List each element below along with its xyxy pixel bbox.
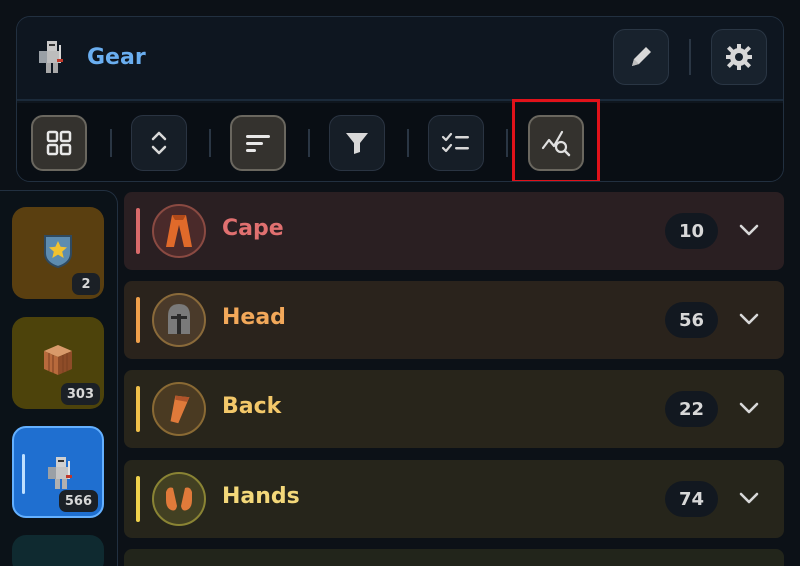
gear-icon [726,44,752,70]
category-count: 10 [664,213,718,249]
gloves-icon [166,487,192,511]
grid-icon [46,130,72,156]
sidebar-item-gear[interactable]: 566 [12,426,104,518]
chevron-down-icon[interactable] [738,311,760,327]
shield-star-icon [44,235,72,269]
toolbar-divider [407,129,409,157]
row-accent [136,476,140,522]
highlight-box [512,99,600,181]
crate-icon [44,345,72,375]
category-label: Cape [222,216,284,241]
category-sidebar: 2 303 566 [0,190,118,566]
row-accent [136,297,140,343]
settings-button[interactable] [711,29,767,85]
item-count: 566 [58,490,98,512]
hands-icon-circle [152,472,206,526]
sidebar-item-crate[interactable]: 303 [12,317,104,409]
checklist-icon [441,132,469,153]
chevron-updown-icon [151,131,167,155]
grid-view-button[interactable] [31,115,87,171]
cape-icon [166,215,192,247]
toolbar-divider [209,129,211,157]
expand-collapse-button[interactable] [131,115,187,171]
category-row-back[interactable]: Back 22 [124,370,784,448]
chevron-down-icon[interactable] [738,222,760,238]
head-icon-circle [152,293,206,347]
category-count: 56 [664,302,718,338]
category-label: Head [222,305,286,330]
title-bar: Gear [17,17,783,101]
category-row-cape[interactable]: Cape 10 [124,192,784,270]
row-accent [136,208,140,254]
toolbar-divider [506,129,508,157]
active-indicator [22,454,25,494]
toolbar [17,99,783,181]
funnel-icon [346,133,368,154]
category-row-next[interactable] [124,549,784,566]
back-icon-circle [152,382,206,436]
category-label: Back [222,394,282,419]
edit-button[interactable] [613,29,669,85]
cape-icon-circle [152,204,206,258]
checklist-button[interactable] [428,115,484,171]
header-divider [689,39,691,75]
category-count: 74 [664,481,718,517]
pencil-icon [632,47,651,66]
category-label: Hands [222,484,300,509]
chevron-down-icon[interactable] [738,490,760,506]
item-count: 303 [60,383,100,405]
sidebar-item-shield[interactable]: 2 [12,207,104,299]
knight-icon [39,41,63,73]
toolbar-divider [110,129,112,157]
category-row-head[interactable]: Head 56 [124,281,784,359]
category-row-hands[interactable]: Hands 74 [124,460,784,538]
sidebar-item-next[interactable] [12,535,104,566]
sort-lines-icon [246,135,270,152]
quiver-icon [170,395,190,424]
filter-button[interactable] [329,115,385,171]
sort-button[interactable] [230,115,286,171]
row-accent [136,386,140,432]
page-title: Gear [87,45,146,70]
category-count: 22 [664,391,718,427]
gear-panel-header: Gear [16,16,784,182]
item-count: 2 [72,273,100,295]
toolbar-divider [308,129,310,157]
knight-icon [48,457,72,489]
chevron-down-icon[interactable] [738,400,760,416]
helmet-icon [168,304,190,334]
